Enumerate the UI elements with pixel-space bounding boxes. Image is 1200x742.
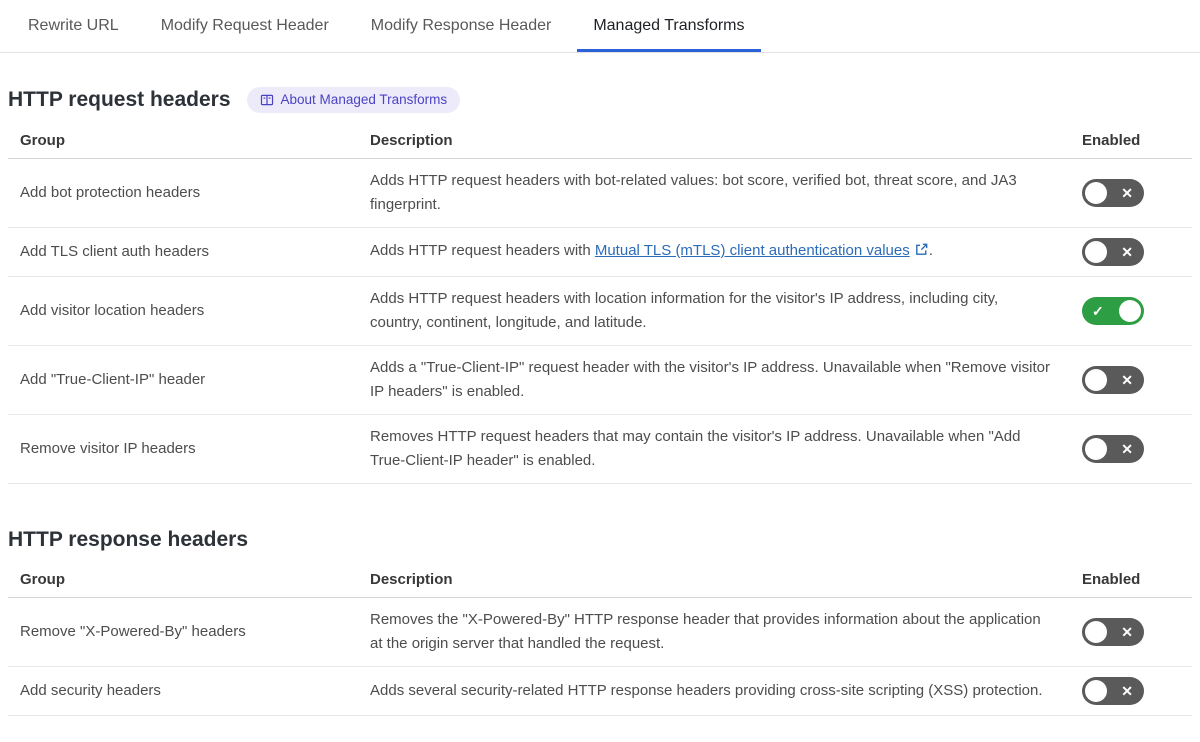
x-icon: ✕ xyxy=(1121,441,1133,457)
section-heading: HTTP request headers xyxy=(8,88,231,111)
group-cell: Add security headers xyxy=(8,666,370,716)
column-header-group: Group xyxy=(8,127,370,159)
description-text: Adds HTTP request headers with xyxy=(370,242,595,259)
external-link-icon xyxy=(914,241,929,265)
tab-label: Rewrite URL xyxy=(28,17,119,34)
group-cell: Add bot protection headers xyxy=(8,158,370,228)
x-icon: ✕ xyxy=(1121,185,1133,201)
toggle-knob xyxy=(1085,680,1107,702)
description-cell: Adds HTTP request headers with bot-relat… xyxy=(370,158,1082,228)
x-icon: ✕ xyxy=(1121,683,1133,699)
description-cell: Adds a "True-Client-IP" request header w… xyxy=(370,345,1082,415)
description-cell: Adds HTTP request headers with Mutual TL… xyxy=(370,227,1082,277)
tab-label: Managed Transforms xyxy=(593,17,745,34)
section-heading: HTTP response headers xyxy=(8,528,249,551)
managed-transforms-panel: HTTP request headers About Managed Trans… xyxy=(0,87,1200,716)
group-cell: Remove visitor IP headers xyxy=(8,414,370,484)
response-headers-section-title: HTTP response headers xyxy=(8,528,1192,552)
toggle-add-true-client-ip-header[interactable]: ✓ ✕ xyxy=(1082,366,1144,394)
tab-label: Modify Request Header xyxy=(160,17,329,34)
table-row: Add visitor location headers Adds HTTP r… xyxy=(8,276,1192,346)
toggle-add-tls-client-auth-headers[interactable]: ✓ ✕ xyxy=(1082,238,1144,266)
toggle-knob xyxy=(1085,621,1107,643)
response-headers-table: Group Description Enabled Remove "X-Powe… xyxy=(8,566,1192,716)
book-icon xyxy=(260,93,274,107)
table-row: Add security headers Adds several securi… xyxy=(8,666,1192,716)
group-cell: Add visitor location headers xyxy=(8,276,370,346)
table-row: Remove visitor IP headers Removes HTTP r… xyxy=(8,414,1192,484)
toggle-knob xyxy=(1119,300,1141,322)
x-icon: ✕ xyxy=(1121,624,1133,640)
mtls-docs-link[interactable]: Mutual TLS (mTLS) client authentication … xyxy=(595,242,910,259)
check-icon: ✓ xyxy=(1092,303,1104,319)
x-icon: ✕ xyxy=(1121,244,1133,260)
toggle-add-bot-protection-headers[interactable]: ✓ ✕ xyxy=(1082,179,1144,207)
description-text: . xyxy=(928,242,933,259)
table-header-row: Group Description Enabled xyxy=(8,127,1192,159)
request-headers-table: Group Description Enabled Add bot protec… xyxy=(8,127,1192,484)
table-header-row: Group Description Enabled xyxy=(8,566,1192,598)
toggle-knob xyxy=(1085,241,1107,263)
toggle-knob xyxy=(1085,182,1107,204)
description-cell: Removes HTTP request headers that may co… xyxy=(370,414,1082,484)
table-row: Remove "X-Powered-By" headers Removes th… xyxy=(8,597,1192,667)
tab-rewrite-url[interactable]: Rewrite URL xyxy=(12,0,135,52)
group-cell: Add TLS client auth headers xyxy=(8,227,370,277)
description-cell: Removes the "X-Powered-By" HTTP response… xyxy=(370,597,1082,667)
toggle-remove-visitor-ip-headers[interactable]: ✓ ✕ xyxy=(1082,435,1144,463)
toggle-remove-x-powered-by-headers[interactable]: ✓ ✕ xyxy=(1082,618,1144,646)
table-row: Add TLS client auth headers Adds HTTP re… xyxy=(8,227,1192,277)
description-cell: Adds HTTP request headers with location … xyxy=(370,276,1082,346)
about-managed-transforms-link[interactable]: About Managed Transforms xyxy=(246,87,461,113)
column-header-description: Description xyxy=(370,127,1082,159)
column-header-group: Group xyxy=(8,566,370,598)
column-header-enabled: Enabled xyxy=(1082,566,1192,598)
toggle-knob xyxy=(1085,369,1107,391)
description-cell: Adds several security-related HTTP respo… xyxy=(370,666,1082,716)
tab-managed-transforms[interactable]: Managed Transforms xyxy=(577,0,761,52)
table-row: Add "True-Client-IP" header Adds a "True… xyxy=(8,345,1192,415)
transform-rules-tabbar: Rewrite URL Modify Request Header Modify… xyxy=(0,0,1200,53)
toggle-add-visitor-location-headers[interactable]: ✓ ✕ xyxy=(1082,297,1144,325)
column-header-enabled: Enabled xyxy=(1082,127,1192,159)
toggle-knob xyxy=(1085,438,1107,460)
tab-modify-request-header[interactable]: Modify Request Header xyxy=(145,0,345,52)
table-row: Add bot protection headers Adds HTTP req… xyxy=(8,158,1192,228)
tab-modify-response-header[interactable]: Modify Response Header xyxy=(355,0,568,52)
toggle-add-security-headers[interactable]: ✓ ✕ xyxy=(1082,677,1144,705)
group-cell: Remove "X-Powered-By" headers xyxy=(8,597,370,667)
badge-label: About Managed Transforms xyxy=(280,92,448,108)
column-header-description: Description xyxy=(370,566,1082,598)
tab-label: Modify Response Header xyxy=(370,17,552,34)
x-icon: ✕ xyxy=(1121,372,1133,388)
group-cell: Add "True-Client-IP" header xyxy=(8,345,370,415)
request-headers-section-title: HTTP request headers About Managed Trans… xyxy=(8,87,1192,113)
